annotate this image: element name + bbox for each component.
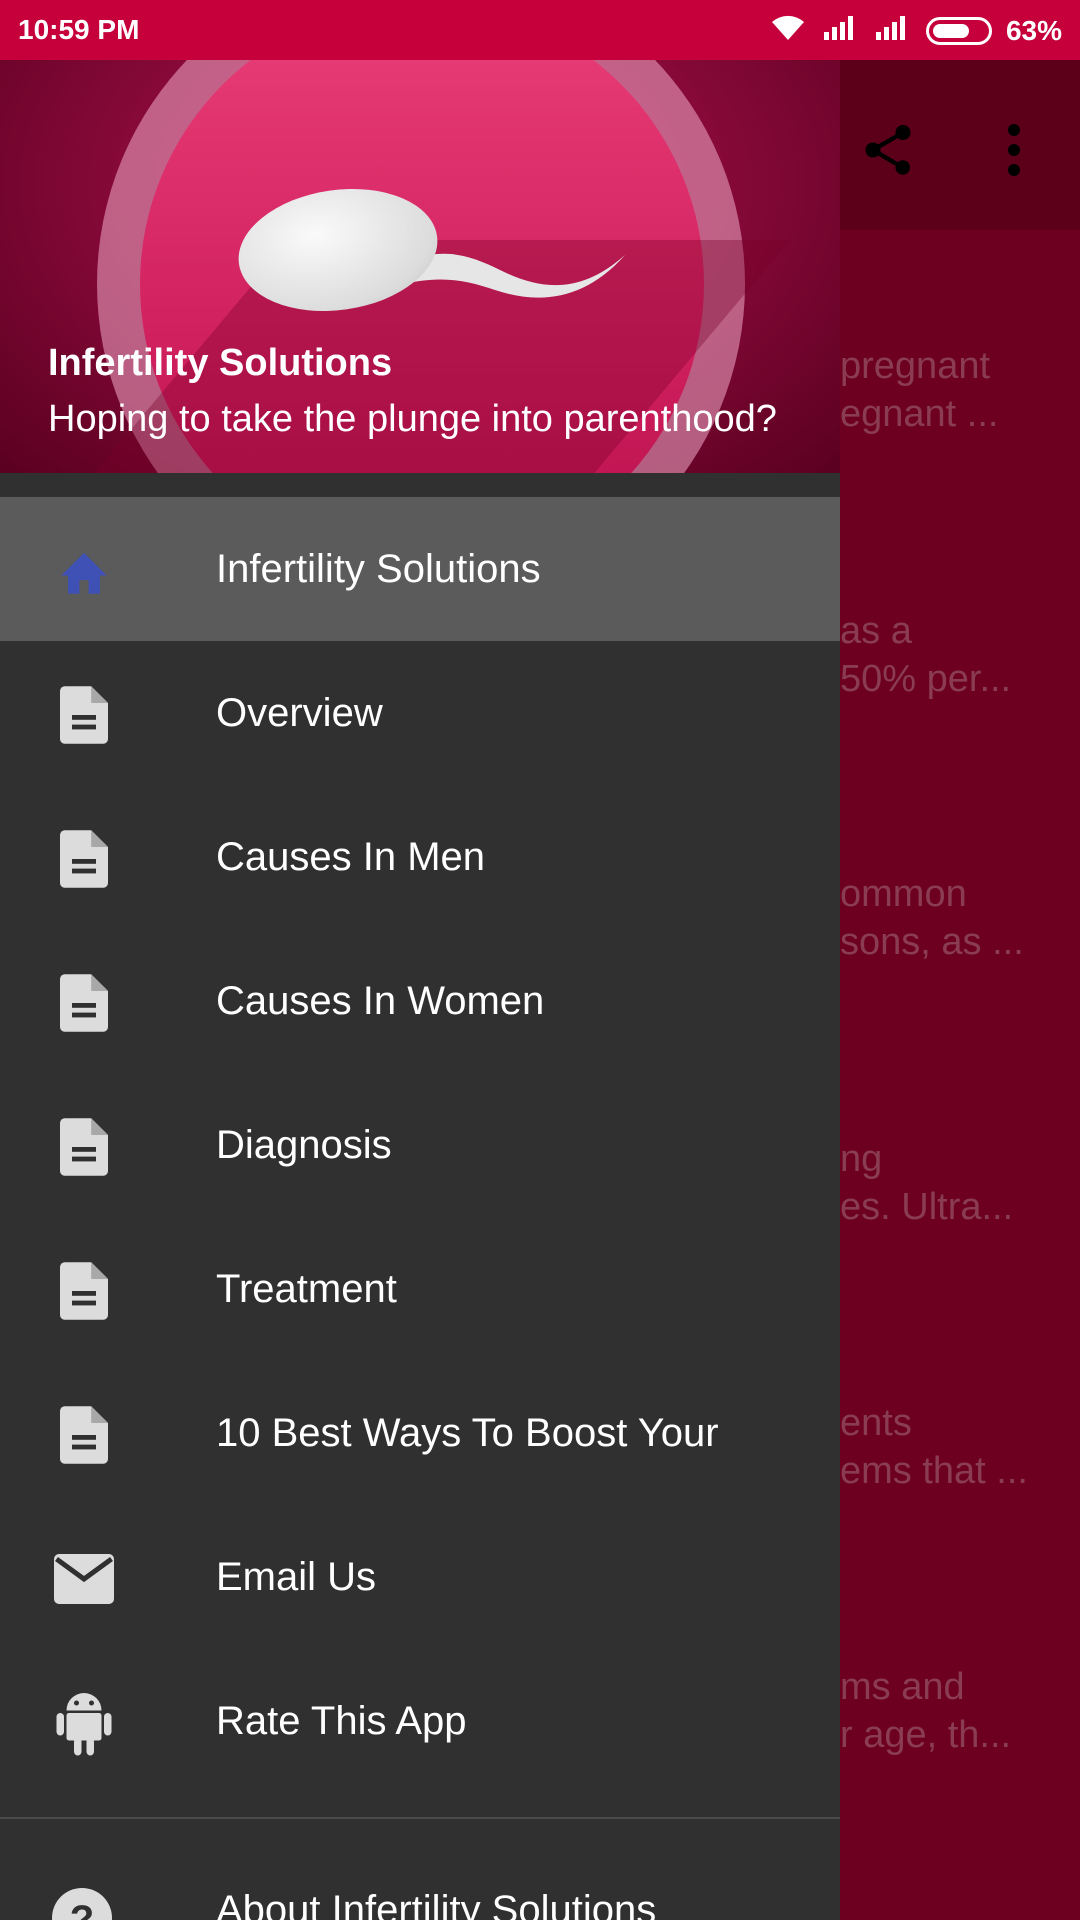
help-icon: ? xyxy=(52,1888,116,1920)
svg-text:?: ? xyxy=(70,1898,94,1920)
menu-item-label: 10 Best Ways To Boost Your xyxy=(216,1411,719,1455)
drawer-subtitle: Hoping to take the plunge into parenthoo… xyxy=(48,398,777,440)
drawer-header: Infertility Solutions Hoping to take the… xyxy=(0,60,840,473)
more-vert-icon[interactable] xyxy=(974,110,1054,190)
status-bar: 10:59 PM 63% xyxy=(0,0,1080,60)
menu-item-causes-men[interactable]: Causes In Men xyxy=(0,785,840,929)
menu-item-boost[interactable]: 10 Best Ways To Boost Your xyxy=(0,1361,840,1505)
menu-item-treatment[interactable]: Treatment xyxy=(0,1217,840,1361)
document-icon xyxy=(52,974,116,1032)
menu-item-home[interactable]: Infertility Solutions xyxy=(0,497,840,641)
menu-item-label: Diagnosis xyxy=(216,1123,392,1167)
menu-item-rate[interactable]: Rate This App xyxy=(0,1649,840,1793)
status-time: 10:59 PM xyxy=(18,14,140,45)
document-icon xyxy=(52,1406,116,1464)
drawer-divider xyxy=(0,1817,840,1819)
share-icon[interactable] xyxy=(848,110,928,190)
document-icon xyxy=(52,1118,116,1176)
drawer-menu: Infertility Solutions Overview Causes In… xyxy=(0,497,840,1793)
menu-item-email[interactable]: Email Us xyxy=(0,1505,840,1649)
menu-item-label: Rate This App xyxy=(216,1699,467,1743)
menu-item-label: Overview xyxy=(216,691,383,735)
menu-item-label: Causes In Men xyxy=(216,835,486,879)
wifi-icon xyxy=(768,12,808,49)
home-icon xyxy=(52,543,116,599)
navigation-drawer: Infertility Solutions Hoping to take the… xyxy=(0,60,840,1920)
document-icon xyxy=(52,686,116,744)
drawer-title: Infertility Solutions xyxy=(48,342,393,384)
menu-item-label: Causes In Women xyxy=(216,979,545,1023)
menu-item-label: Treatment xyxy=(216,1267,397,1311)
menu-item-label: Infertility Solutions xyxy=(216,547,541,591)
sperm-tail-icon xyxy=(400,253,625,298)
menu-item-about[interactable]: ? About Infertility Solutions xyxy=(0,1888,840,1920)
battery-icon xyxy=(925,16,992,45)
signal-icon xyxy=(822,12,860,49)
document-icon xyxy=(52,830,116,888)
signal-icon xyxy=(874,12,912,49)
menu-item-overview[interactable]: Overview xyxy=(0,641,840,785)
menu-item-label: Email Us xyxy=(216,1555,377,1599)
menu-item-diagnosis[interactable]: Diagnosis xyxy=(0,1073,840,1217)
battery-percent: 63% xyxy=(1005,14,1062,46)
menu-item-label: About Infertility Solutions xyxy=(216,1888,657,1920)
menu-item-causes-women[interactable]: Causes In Women xyxy=(0,929,840,1073)
android-icon xyxy=(52,1693,116,1756)
email-icon xyxy=(52,1551,116,1607)
document-icon xyxy=(52,1262,116,1320)
